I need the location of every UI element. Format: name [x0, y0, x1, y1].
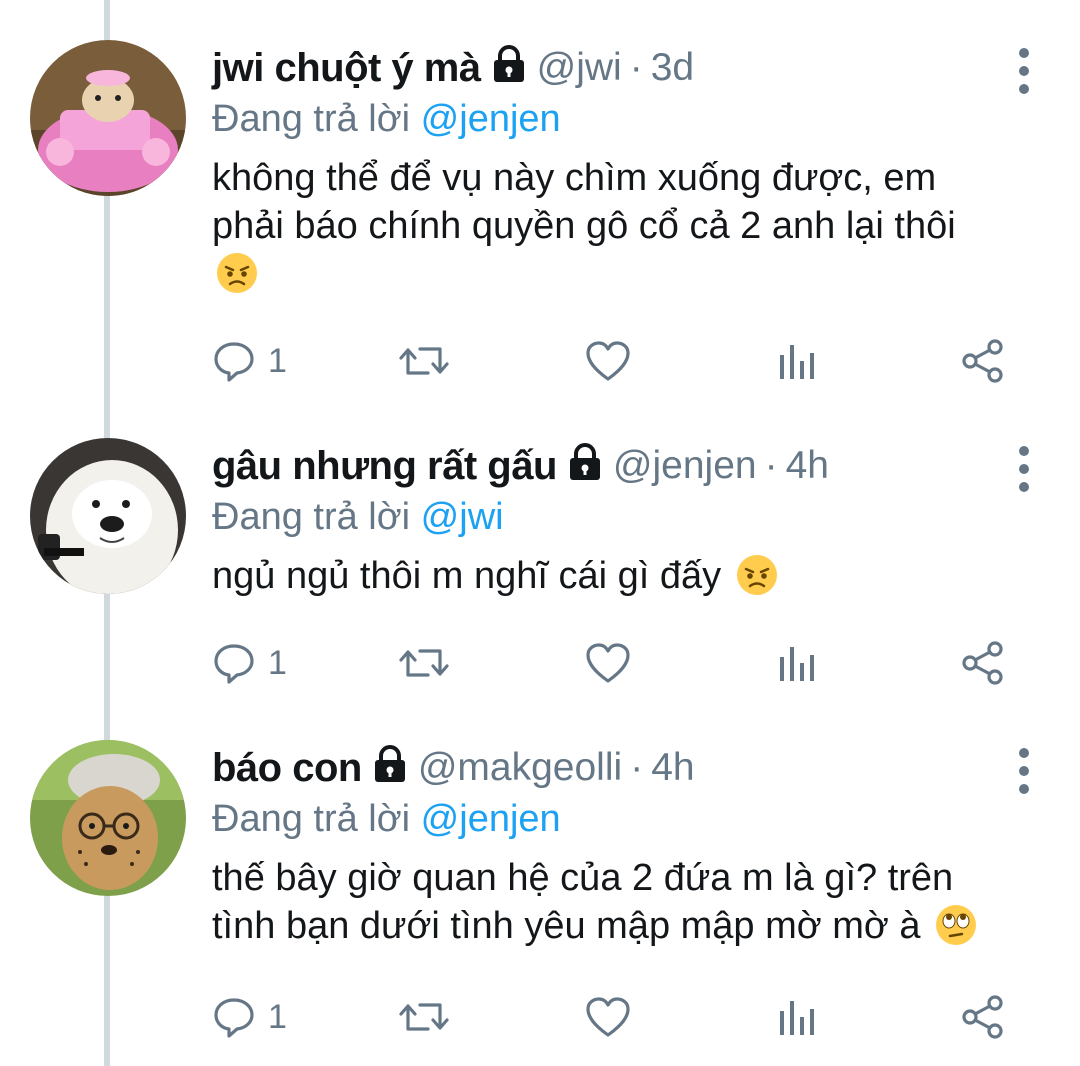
reply-count: 1	[268, 997, 287, 1036]
reply-mention[interactable]: @jenjen	[421, 98, 561, 140]
reply-icon	[214, 998, 254, 1038]
reply-context: Đang trả lời @jenjen	[212, 796, 1052, 842]
retweet-icon	[399, 1003, 449, 1031]
share-button[interactable]	[960, 638, 1006, 688]
timestamp[interactable]: 4h	[651, 746, 694, 790]
more-options-icon[interactable]	[1016, 748, 1032, 796]
timestamp[interactable]: 4h	[786, 444, 829, 488]
tweet-content: jwi chuột ý mà @jwi · 3d Đang trả lời @j…	[212, 40, 1052, 298]
like-button[interactable]	[584, 336, 632, 386]
share-icon	[962, 339, 1003, 383]
tweet-text: không thể để vụ này chìm xuống được, em …	[212, 154, 1052, 298]
display-name[interactable]: gâu nhưng rất gấu	[212, 444, 557, 489]
lock-icon	[372, 744, 408, 788]
heart-icon	[586, 341, 630, 381]
reply-prefix: Đang trả lời	[212, 496, 421, 538]
reply-icon	[214, 644, 254, 684]
timestamp[interactable]: 3d	[651, 46, 694, 90]
share-button[interactable]	[960, 992, 1006, 1042]
share-button[interactable]	[960, 336, 1006, 386]
tweet-header: jwi chuột ý mà @jwi · 3d	[212, 40, 1052, 96]
reply-context: Đang trả lời @jenjen	[212, 96, 1052, 142]
reply-mention[interactable]: @jwi	[421, 496, 504, 538]
tweet-content: báo con @makgeolli · 4h Đang trả lời @je…	[212, 740, 1052, 950]
reply-button[interactable]: 1	[212, 336, 287, 386]
analytics-icon	[780, 345, 814, 379]
analytics-icon	[780, 647, 814, 681]
avatar-dog[interactable]	[30, 438, 186, 594]
user-handle[interactable]: @jwi	[537, 46, 622, 90]
reply-button[interactable]: 1	[212, 638, 287, 688]
heart-icon	[586, 643, 630, 683]
separator-dot: ·	[630, 746, 644, 789]
heart-icon	[586, 997, 630, 1037]
retweet-button[interactable]	[398, 992, 450, 1042]
display-name[interactable]: báo con	[212, 746, 362, 791]
tweet-text: thế bây giờ quan hệ của 2 đứa m là gì? t…	[212, 854, 1052, 950]
display-name[interactable]: jwi chuột ý mà	[212, 46, 481, 91]
reply-context: Đang trả lời @jwi	[212, 494, 1052, 540]
separator-dot: ·	[629, 46, 643, 89]
like-button[interactable]	[584, 992, 632, 1042]
tweet-text-body: thế bây giờ quan hệ của 2 đứa m là gì? t…	[212, 857, 954, 947]
retweet-button[interactable]	[398, 336, 450, 386]
analytics-button[interactable]	[776, 992, 816, 1042]
analytics-button[interactable]	[776, 336, 816, 386]
lock-icon	[567, 442, 603, 486]
retweet-button[interactable]	[398, 638, 450, 688]
share-icon	[962, 641, 1003, 685]
tweet-text: ngủ ngủ thôi m nghĩ cái gì đấy	[212, 552, 1052, 600]
share-icon	[962, 995, 1003, 1039]
more-options-icon[interactable]	[1016, 48, 1032, 96]
avatar-hamster[interactable]	[30, 40, 186, 196]
user-handle[interactable]: @jenjen	[613, 444, 757, 488]
reply-prefix: Đang trả lời	[212, 98, 421, 140]
avatar-cheetah[interactable]	[30, 740, 186, 896]
reply-mention[interactable]: @jenjen	[421, 798, 561, 840]
reply-icon	[214, 342, 254, 382]
tweet-text-body: không thể để vụ này chìm xuống được, em …	[212, 157, 956, 247]
tweet-actions: 1	[212, 336, 1012, 386]
reply-count: 1	[268, 643, 287, 682]
retweet-icon	[399, 347, 449, 375]
retweet-icon	[399, 649, 449, 677]
angry-face-emoji-icon	[736, 554, 778, 596]
tweet-header: gâu nhưng rất gấu @jenjen · 4h	[212, 438, 1052, 494]
analytics-button[interactable]	[776, 638, 816, 688]
tweet-header: báo con @makgeolli · 4h	[212, 740, 1052, 796]
separator-dot: ·	[764, 444, 778, 487]
tweet-content: gâu nhưng rất gấu @jenjen · 4h Đang trả …	[212, 438, 1052, 600]
eye-roll-emoji-icon	[935, 904, 977, 946]
more-options-icon[interactable]	[1016, 446, 1032, 494]
lock-icon	[491, 44, 527, 88]
tweet-actions: 1	[212, 992, 1012, 1042]
analytics-icon	[780, 1001, 814, 1035]
like-button[interactable]	[584, 638, 632, 688]
reply-button[interactable]: 1	[212, 992, 287, 1042]
tweet-actions: 1	[212, 638, 1012, 688]
tweet-text-body: ngủ ngủ thôi m nghĩ cái gì đấy	[212, 555, 732, 597]
reply-prefix: Đang trả lời	[212, 798, 421, 840]
user-handle[interactable]: @makgeolli	[418, 746, 622, 790]
reply-count: 1	[268, 341, 287, 380]
angry-face-emoji-icon	[216, 252, 258, 294]
